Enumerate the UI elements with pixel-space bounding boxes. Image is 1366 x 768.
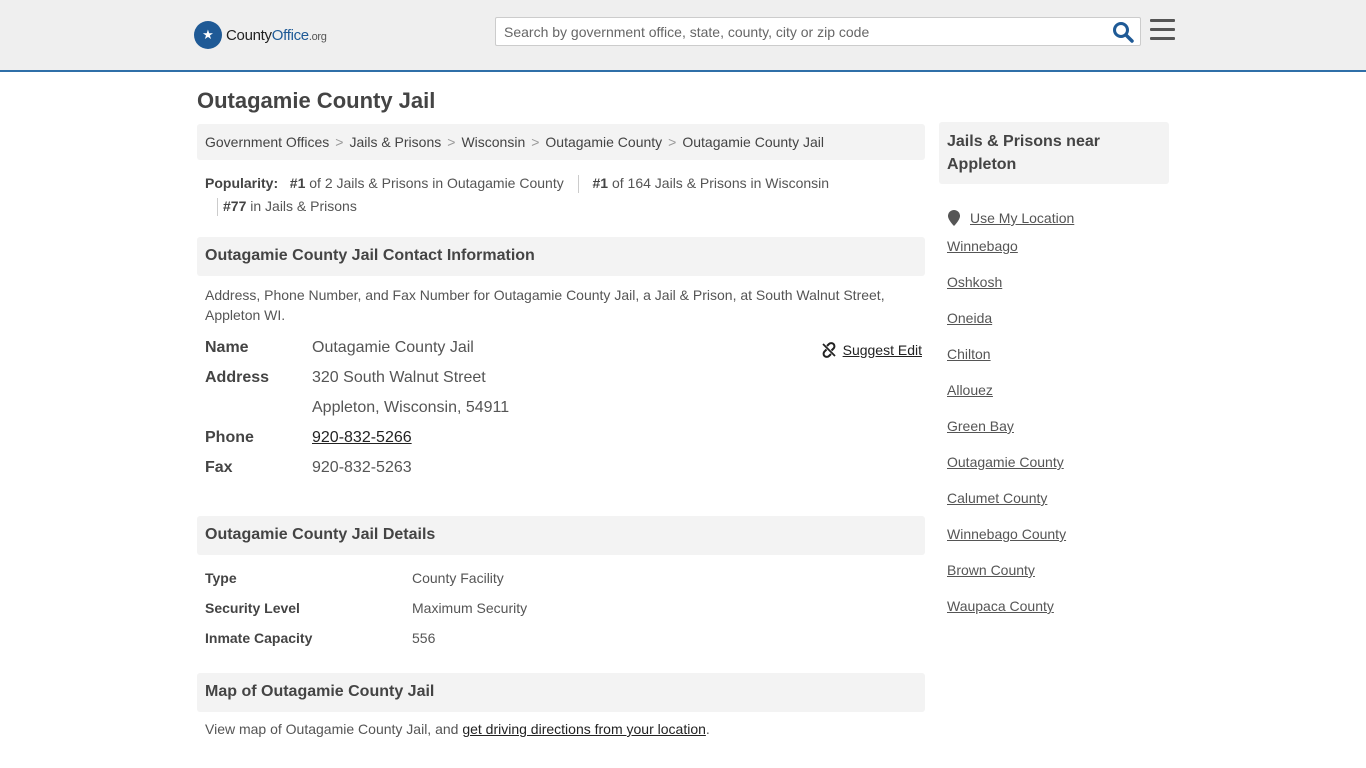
nearby-link[interactable]: Brown County — [947, 562, 1035, 578]
hamburger-menu-icon[interactable] — [1150, 19, 1175, 41]
breadcrumb-link[interactable]: Jails & Prisons — [349, 134, 441, 150]
nearby-link[interactable]: Outagamie County — [947, 454, 1064, 470]
office-name: Outagamie County Jail — [312, 339, 474, 356]
popularity: Popularity: #1 of 2 Jails & Prisons in O… — [205, 172, 925, 218]
breadcrumb-link[interactable]: Outagamie County Jail — [682, 134, 824, 150]
breadcrumb-link[interactable]: Outagamie County — [545, 134, 662, 150]
map-description: View map of Outagamie County Jail, and g… — [205, 721, 710, 737]
contact-info: Name Outagamie County Jail Suggest Edit … — [205, 339, 922, 476]
breadcrumb: Government Offices > Jails & Prisons > Wisco… — [197, 124, 925, 160]
nearby-link[interactable]: Winnebago — [947, 238, 1018, 254]
location-pin-icon — [948, 210, 960, 226]
breadcrumb-link[interactable]: Wisconsin — [461, 134, 525, 150]
eagle-icon: ★ — [194, 21, 222, 49]
broken-link-icon — [821, 342, 836, 358]
search-icon — [1113, 22, 1134, 43]
use-my-location-link[interactable]: Use My Location — [970, 208, 1074, 228]
breadcrumb-separator: > — [335, 134, 344, 150]
site-header: ★ CountyOffice.org — [0, 0, 1366, 72]
page-title: Outagamie County Jail — [197, 88, 436, 113]
contact-section-heading: Outagamie County Jail Contact Informatio… — [197, 237, 925, 276]
driving-directions-link[interactable]: get driving directions from your locatio… — [462, 721, 706, 737]
nearby-link[interactable]: Allouez — [947, 382, 993, 398]
breadcrumb-separator: > — [668, 134, 677, 150]
breadcrumb-separator: > — [531, 134, 540, 150]
breadcrumb-separator: > — [447, 134, 456, 150]
address-line-2: Appleton, Wisconsin, 54911 — [312, 399, 510, 416]
nearby-link[interactable]: Green Bay — [947, 418, 1014, 434]
nearby-link[interactable]: Calumet County — [947, 490, 1047, 506]
sidebar-heading: Jails & Prisons near Appleton — [939, 122, 1169, 184]
address-line-1: 320 South Walnut Street — [312, 369, 486, 386]
phone-link[interactable]: 920-832-5266 — [312, 429, 412, 446]
nearby-link[interactable]: Waupaca County — [947, 598, 1054, 614]
nearby-link[interactable]: Chilton — [947, 346, 991, 362]
nearby-link[interactable]: Oshkosh — [947, 274, 1002, 290]
nearby-list: Use My Location Winnebago Oshkosh Oneida… — [947, 200, 1074, 632]
site-logo[interactable]: ★ CountyOffice.org — [194, 21, 327, 49]
map-section-heading: Map of Outagamie County Jail — [197, 673, 925, 712]
search-input[interactable] — [496, 18, 1096, 45]
popularity-label: Popularity: — [205, 175, 279, 191]
search-button[interactable] — [1112, 21, 1134, 43]
fax-number: 920-832-5263 — [312, 459, 412, 476]
nearby-link[interactable]: Winnebago County — [947, 526, 1066, 542]
search-box — [495, 17, 1141, 46]
contact-description: Address, Phone Number, and Fax Number fo… — [205, 287, 885, 323]
breadcrumb-link[interactable]: Government Offices — [205, 134, 329, 150]
nearby-link[interactable]: Oneida — [947, 310, 992, 326]
details-section-heading: Outagamie County Jail Details — [197, 516, 925, 555]
suggest-edit[interactable]: Suggest Edit — [821, 340, 922, 360]
suggest-edit-link[interactable]: Suggest Edit — [843, 340, 922, 360]
